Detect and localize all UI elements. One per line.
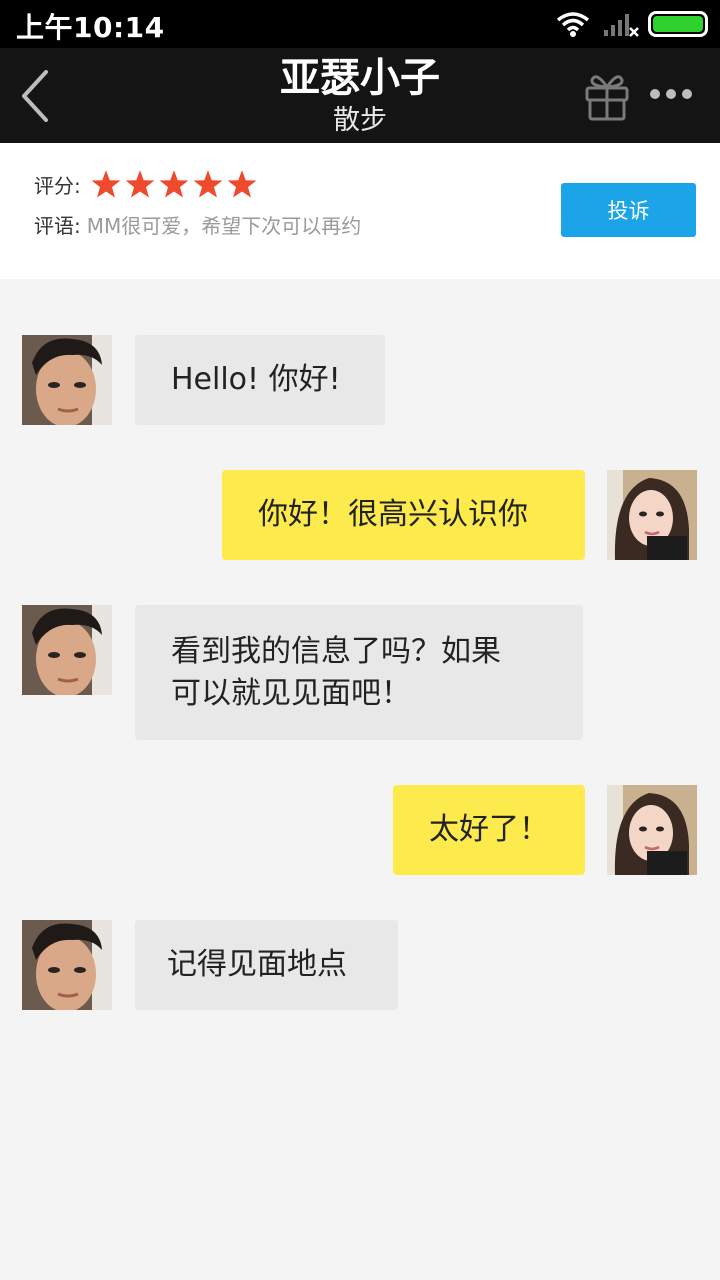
message-bubble[interactable]: 看到我的信息了吗？如果 可以就见见面吧！ xyxy=(135,605,583,740)
title-block: 亚瑟小子 散步 xyxy=(160,52,560,138)
male-avatar[interactable] xyxy=(22,335,112,425)
back-chevron-icon xyxy=(22,70,48,122)
star-icon xyxy=(125,170,155,198)
wifi-icon xyxy=(556,12,590,37)
message-list[interactable]: Hello! 你好! 你好！很高兴认识你 看到我的信息了吗？如果 可以就见见面吧… xyxy=(0,279,720,1280)
message-incoming: 看到我的信息了吗？如果 可以就见见面吧！ xyxy=(0,605,720,740)
message-text: 太好了！ xyxy=(429,812,549,847)
comment-text: MM很可爱，希望下次可以再约 xyxy=(86,213,362,238)
page-title: 亚瑟小子 xyxy=(280,55,440,101)
message-text: Hello! 你好! xyxy=(171,362,341,397)
message-bubble[interactable]: 你好！很高兴认识你 xyxy=(222,470,585,560)
more-dots-icon xyxy=(650,89,692,99)
comment-label: 评语: xyxy=(34,213,81,238)
message-outgoing: 你好！很高兴认识你 xyxy=(0,470,720,560)
star-icon xyxy=(91,170,121,198)
message-incoming: 记得见面地点 xyxy=(0,920,720,1010)
star-icon xyxy=(159,170,189,198)
female-avatar[interactable] xyxy=(607,785,697,875)
status-time: 上午10:14 xyxy=(16,11,165,44)
score-label: 评分: xyxy=(34,173,81,198)
message-text: 你好！很高兴认识你 xyxy=(258,497,528,532)
male-avatar[interactable] xyxy=(22,605,112,695)
status-bar: 上午10:14 xyxy=(0,0,720,48)
page-subtitle: 散步 xyxy=(333,105,387,136)
star-icon xyxy=(193,170,223,198)
star-icon xyxy=(227,170,257,198)
message-bubble[interactable]: 太好了！ xyxy=(393,785,585,875)
message-text-line: 可以就见见面吧！ xyxy=(171,675,411,711)
comment-row: 评语: MM很可爱，希望下次可以再约 xyxy=(34,207,361,241)
female-avatar[interactable] xyxy=(607,470,697,560)
title-bar: 亚瑟小子 散步 xyxy=(0,48,720,143)
battery-icon xyxy=(648,11,708,37)
gift-button[interactable] xyxy=(582,68,632,122)
complain-button[interactable]: 投诉 xyxy=(561,183,696,237)
score-row: 评分: xyxy=(34,167,261,201)
gift-icon xyxy=(585,75,629,121)
back-button[interactable] xyxy=(14,64,64,128)
message-text: 记得见面地点 xyxy=(167,947,347,982)
message-text-line: 看到我的信息了吗？如果 xyxy=(171,633,501,669)
rating-panel: 评分: 评语: MM很可爱，希望下次可以再约 投诉 xyxy=(0,143,720,279)
signal-icon xyxy=(604,14,639,37)
message-incoming: Hello! 你好! xyxy=(0,335,720,425)
male-avatar[interactable] xyxy=(22,920,112,1010)
message-bubble[interactable]: 记得见面地点 xyxy=(135,920,398,1010)
star-rating xyxy=(91,169,261,199)
message-bubble[interactable]: Hello! 你好! xyxy=(135,335,385,425)
more-button[interactable] xyxy=(646,78,696,110)
message-outgoing: 太好了！ xyxy=(0,785,720,875)
